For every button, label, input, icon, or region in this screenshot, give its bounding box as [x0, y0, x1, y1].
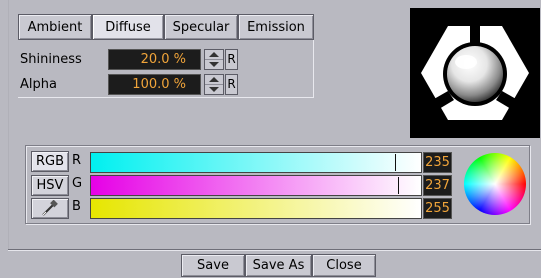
hsv-mode-button[interactable]: HSV — [31, 175, 69, 196]
blue-channel-value[interactable]: 255 — [423, 198, 452, 219]
color-wheel[interactable] — [464, 153, 526, 215]
save-button[interactable]: Save — [181, 254, 245, 277]
decrement-arrow-icon[interactable] — [205, 60, 223, 69]
increment-arrow-icon[interactable] — [205, 50, 223, 60]
shininess-field[interactable]: 20.0 % — [108, 48, 201, 70]
tab-specular[interactable]: Specular — [164, 14, 238, 40]
red-channel-slider[interactable] — [90, 152, 422, 173]
preview-sphere-icon — [421, 24, 529, 120]
alpha-stepper[interactable] — [204, 73, 224, 95]
footer-buttons: Save Save As Close — [181, 254, 376, 277]
rgb-mode-button[interactable]: RGB — [31, 151, 69, 172]
color-picker: RGB HSV R 235 G 237 B 255 — [25, 145, 530, 224]
material-preview[interactable] — [410, 8, 540, 138]
green-slider-marker[interactable] — [398, 177, 399, 194]
shininess-stepper[interactable] — [204, 48, 224, 70]
blue-channel-label: B — [72, 199, 81, 214]
red-channel-value[interactable]: 235 — [423, 152, 452, 173]
save-as-button[interactable]: Save As — [245, 254, 312, 277]
increment-arrow-icon[interactable] — [205, 75, 223, 85]
shininess-row: Shininess 20.0 % R — [20, 48, 238, 70]
alpha-reset-button[interactable]: R — [225, 73, 238, 95]
tab-ambient[interactable]: Ambient — [18, 14, 92, 40]
red-channel-label: R — [72, 153, 82, 168]
material-editor-window: Ambient Diffuse Specular Emission Shinin… — [0, 0, 541, 278]
tab-emission[interactable]: Emission — [238, 14, 314, 40]
close-button[interactable]: Close — [312, 254, 376, 277]
tab-diffuse[interactable]: Diffuse — [92, 14, 164, 40]
green-channel-value[interactable]: 237 — [423, 175, 452, 196]
alpha-field[interactable]: 100.0 % — [108, 73, 201, 95]
eyedropper-button[interactable] — [31, 198, 69, 219]
shininess-label: Shininess — [20, 51, 82, 67]
blue-channel-slider[interactable] — [90, 198, 422, 219]
alpha-label: Alpha — [20, 76, 57, 92]
red-slider-marker[interactable] — [395, 154, 396, 171]
footer-divider-highlight — [8, 250, 541, 251]
green-channel-label: G — [72, 176, 83, 191]
decrement-arrow-icon[interactable] — [205, 85, 223, 94]
left-divider — [8, 0, 9, 250]
eyedropper-icon — [42, 200, 58, 216]
tab-panel: Shininess 20.0 % R Alpha 100.0 % R — [18, 40, 314, 98]
shininess-reset-button[interactable]: R — [225, 48, 238, 70]
alpha-row: Alpha 100.0 % R — [20, 73, 238, 95]
green-channel-slider[interactable] — [90, 175, 422, 196]
material-tabs: Ambient Diffuse Specular Emission — [18, 14, 314, 40]
